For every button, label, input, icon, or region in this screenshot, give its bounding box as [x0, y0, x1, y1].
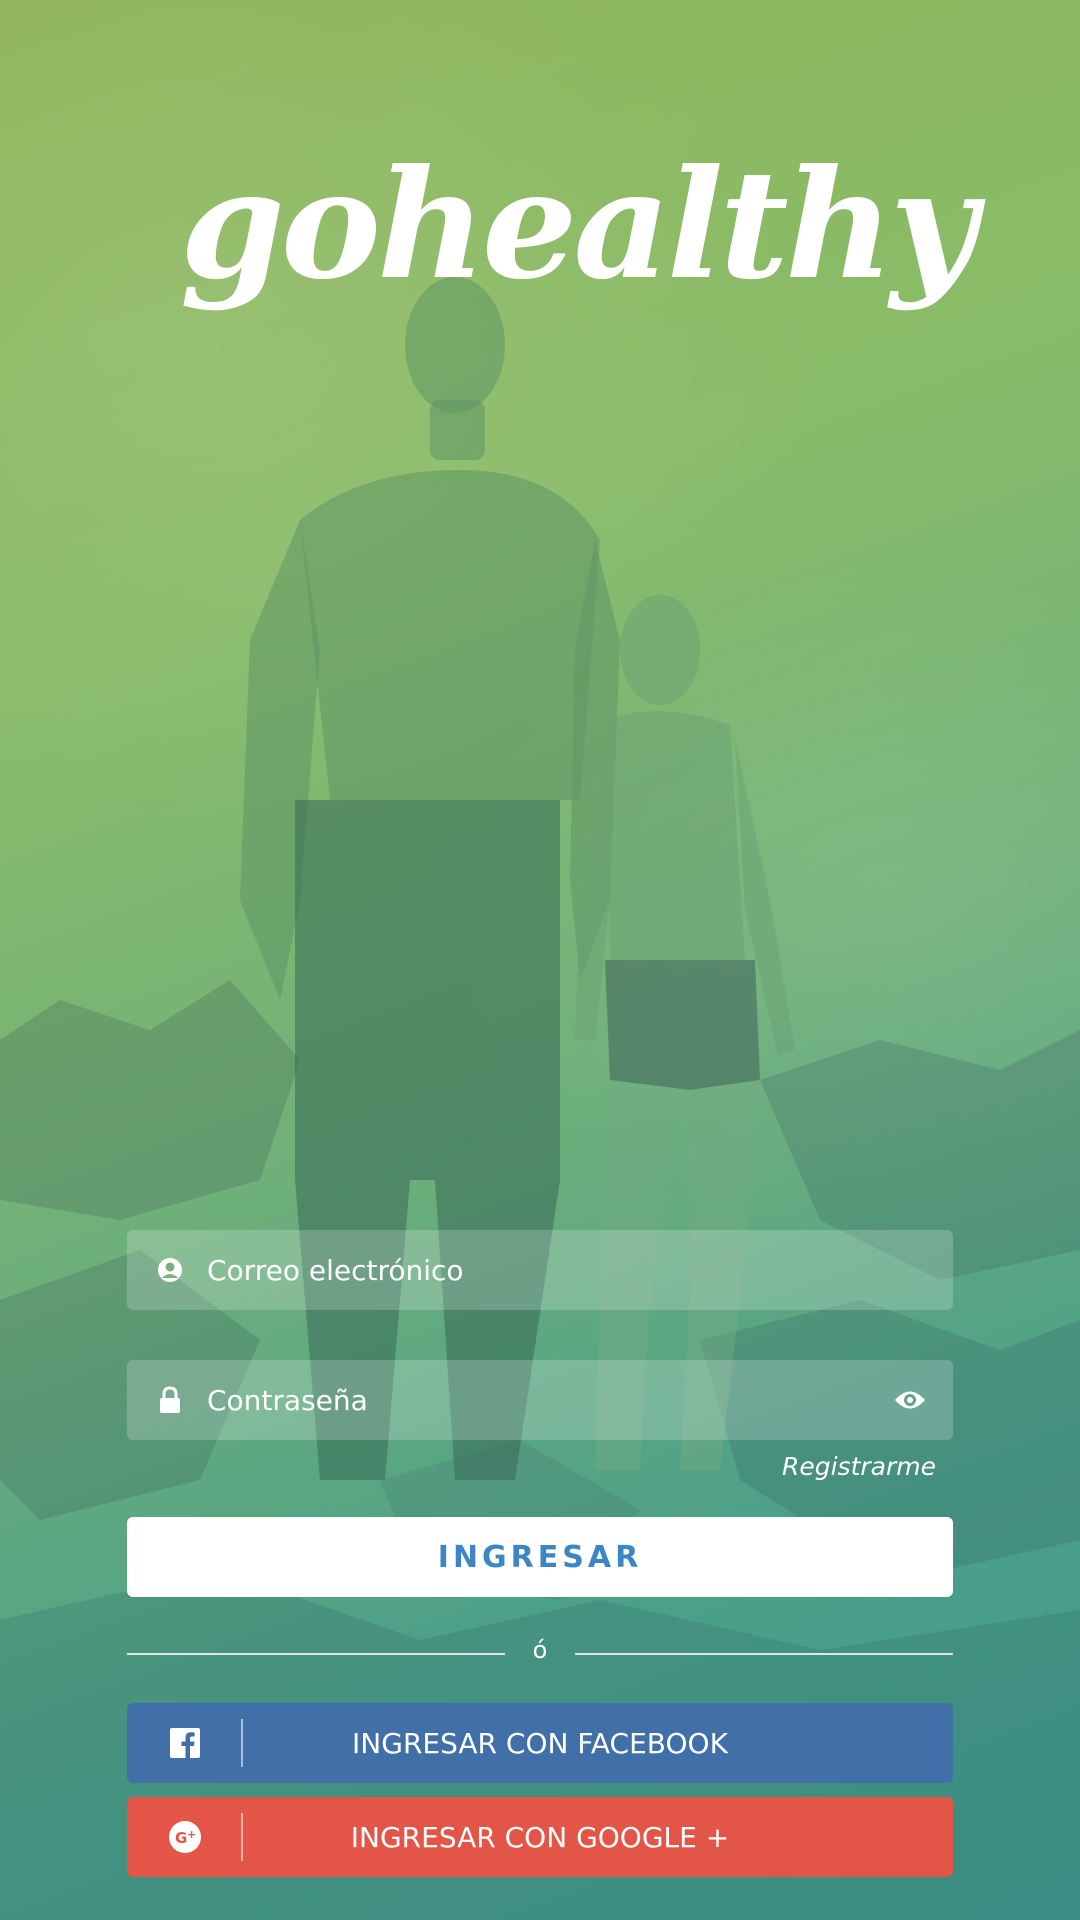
facebook-icon [127, 1703, 243, 1783]
or-text: ó [532, 1636, 548, 1664]
lock-icon [155, 1385, 185, 1415]
email-input[interactable] [207, 1240, 953, 1300]
facebook-button-label: INGRESAR CON FACEBOOK [352, 1726, 728, 1760]
login-button[interactable]: INGRESAR [127, 1517, 953, 1597]
svg-text:G: G [175, 1829, 187, 1847]
google-plus-icon: G + [127, 1797, 243, 1877]
email-field[interactable] [127, 1230, 953, 1310]
or-divider: ó [127, 1636, 953, 1666]
facebook-login-button[interactable]: INGRESAR CON FACEBOOK [127, 1703, 953, 1783]
password-input[interactable] [207, 1370, 893, 1430]
google-login-button[interactable]: G + INGRESAR CON GOOGLE + [127, 1797, 953, 1877]
divider-line-right [575, 1653, 953, 1655]
register-link[interactable]: Registrarme [782, 1452, 936, 1481]
password-field[interactable] [127, 1360, 953, 1440]
app-logo: gohealthy [180, 90, 977, 360]
logo-text: gohealthy [180, 137, 977, 313]
svg-text:+: + [187, 1828, 196, 1841]
user-circle-icon [155, 1255, 185, 1285]
eye-icon[interactable] [893, 1383, 927, 1417]
google-button-label: INGRESAR CON GOOGLE + [350, 1820, 730, 1854]
